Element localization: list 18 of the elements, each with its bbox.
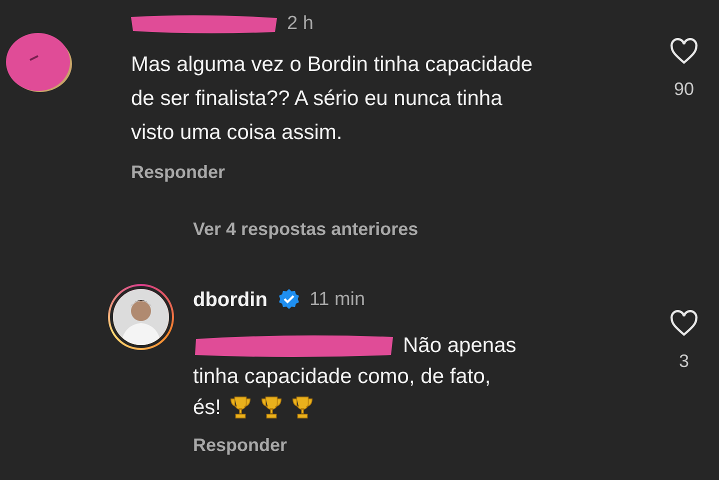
comment-text: és!: [193, 395, 222, 421]
redaction-mark: [4, 30, 74, 94]
comment-text: Mas alguma vez o Bordin tinha capacidade de ser finalista?? A sério eu nunca tinha visto uma coisa assim.: [131, 52, 534, 146]
username[interactable]: dbordin: [193, 288, 268, 312]
trophy-icon: [291, 395, 314, 420]
reply-button[interactable]: Responder: [193, 435, 288, 456]
view-replies-link[interactable]: Ver 4 respostas anteriores: [193, 219, 418, 240]
trophy-icon: [229, 395, 252, 420]
comment-time: 2 h: [287, 13, 314, 35]
reply-button[interactable]: Responder: [131, 162, 226, 183]
heart-icon[interactable]: [669, 310, 699, 337]
trophy-icon: [260, 395, 284, 420]
comment-text: Não apenas: [403, 333, 516, 359]
heart-icon[interactable]: [669, 38, 699, 65]
like-count: 3: [678, 351, 689, 372]
comment-text: tinha capacidade como, de fato,: [193, 364, 491, 390]
comment-time: 11 min: [309, 289, 366, 311]
like-count: 90: [674, 79, 694, 100]
